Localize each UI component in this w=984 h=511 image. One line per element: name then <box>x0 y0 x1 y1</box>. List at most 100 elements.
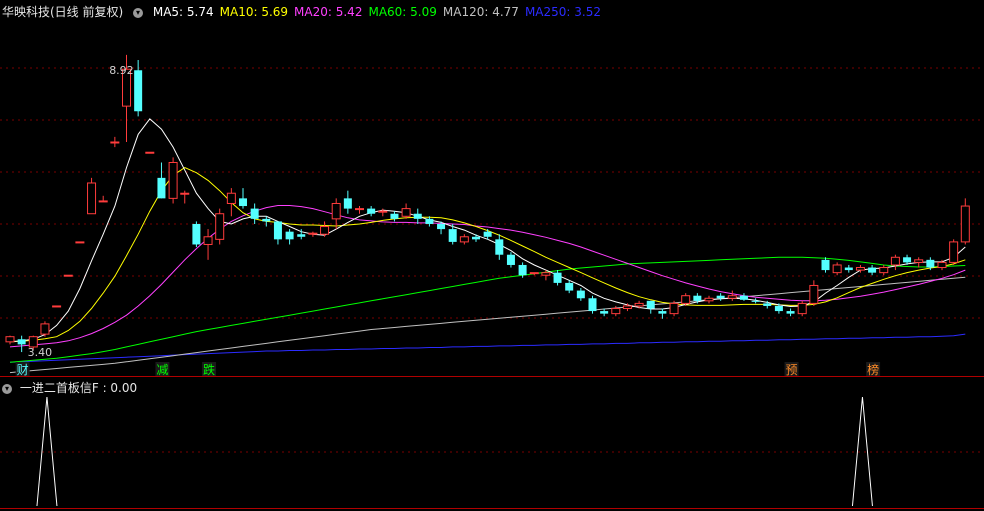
candle-body <box>331 202 341 220</box>
candle-body <box>506 254 515 265</box>
price-annotation: 3.40 <box>28 346 53 359</box>
candle-body <box>868 267 877 273</box>
chart-header: 华映科技(日线 前复权) ▾ MA5: 5.74 MA10: 5.69 MA20: … <box>2 3 613 20</box>
ma-legend-item: MA120: 4.77 <box>442 5 519 19</box>
ma10-line <box>9 167 966 343</box>
candle-body <box>763 303 772 306</box>
candle-body <box>879 267 889 274</box>
candle-body <box>669 302 679 315</box>
candle-body <box>483 231 492 237</box>
candle-body <box>658 311 667 314</box>
candle-body <box>239 198 247 207</box>
candle-body <box>459 236 469 243</box>
ma120-line <box>9 276 966 374</box>
candle-body <box>821 259 830 271</box>
candle-body <box>308 232 318 235</box>
candle-body <box>75 241 85 244</box>
indicator-value: : 0.00 <box>102 381 138 395</box>
candle-body <box>87 182 97 215</box>
candle-body <box>40 323 50 335</box>
candle-body <box>949 241 959 263</box>
candle-body <box>343 198 352 209</box>
candle-body <box>17 339 26 345</box>
candle-body <box>401 208 411 217</box>
signal-label: 榜 <box>867 362 879 377</box>
indicator-spike <box>851 396 873 507</box>
candle-body <box>622 305 632 310</box>
candle-body <box>355 208 364 211</box>
signal-label: 跌 <box>203 362 215 377</box>
ma-legend: MA5: 5.74 MA10: 5.69 MA20: 5.42 MA60: 5.09 M… <box>153 5 607 19</box>
chart-canvas[interactable]: 8.923.40财减跌预榜涨 <box>0 0 984 511</box>
candle-body <box>250 208 259 219</box>
candle-body <box>693 295 702 301</box>
candle-body <box>63 274 73 277</box>
candle-body <box>960 205 970 243</box>
candle-body <box>297 234 306 237</box>
dropdown-icon[interactable]: ▾ <box>133 7 144 18</box>
candle-body <box>681 295 691 304</box>
candle-body <box>98 200 108 203</box>
candle-body <box>797 302 807 315</box>
candle-body <box>145 151 155 154</box>
candle-body <box>576 290 585 299</box>
ma-legend-item: MA20: 5.42 <box>294 5 363 19</box>
candle-body <box>215 213 225 240</box>
candle-body <box>739 295 748 300</box>
signal-label: 财 <box>17 363 29 377</box>
candle-body <box>320 226 330 235</box>
candle-body <box>855 267 865 271</box>
candle-body <box>774 305 783 312</box>
ma-legend-item: MA60: 5.09 <box>368 5 437 19</box>
candle-body <box>273 221 282 240</box>
candle-body <box>751 300 760 302</box>
indicator-label: 一进二首板信F <box>19 381 99 395</box>
candle-body <box>600 311 609 314</box>
candle-body <box>472 236 480 240</box>
candle-body <box>495 239 504 255</box>
candle-body <box>588 298 597 312</box>
candle-body <box>716 295 725 299</box>
candle-body <box>541 272 551 276</box>
candle-body <box>110 141 120 144</box>
candle-body <box>565 282 574 291</box>
candle-body <box>437 223 446 230</box>
indicator-header: ▾ 一进二首板信F : 0.00 <box>2 379 137 396</box>
ma-legend-item: MA250: 3.52 <box>524 5 601 19</box>
candle-body <box>413 213 422 219</box>
candle-body <box>646 300 655 309</box>
candle-body <box>727 295 737 299</box>
candle-body <box>52 305 62 308</box>
candle-body <box>425 218 434 224</box>
candle-body <box>937 261 947 269</box>
price-annotation: 8.92 <box>109 64 134 77</box>
candle-body <box>448 229 457 242</box>
candle-body <box>180 192 190 195</box>
candle-body <box>634 302 644 307</box>
candle-body <box>518 264 527 276</box>
candle-body <box>890 256 900 266</box>
indicator-spike <box>36 396 58 507</box>
candle-body <box>192 223 201 245</box>
candle-body <box>203 236 213 245</box>
candle-body <box>157 177 166 199</box>
candle-body <box>914 259 924 263</box>
candle-body <box>378 210 388 213</box>
candle-body <box>529 272 539 275</box>
candle-body <box>832 264 842 274</box>
candle-body <box>926 259 935 268</box>
candle-body <box>5 336 15 343</box>
candle-body <box>262 218 271 222</box>
stock-title: 华映科技(日线 前复权) <box>2 5 124 19</box>
dropdown-icon[interactable]: ▾ <box>2 383 12 394</box>
ma-legend-item: MA10: 5.69 <box>219 5 289 19</box>
signal-label: 减 <box>156 363 168 377</box>
candle-body <box>809 284 819 304</box>
candle-body <box>903 257 912 263</box>
candle-body <box>285 231 294 240</box>
signal-label: 预 <box>786 363 798 377</box>
candle-body <box>611 308 621 315</box>
candle-body <box>226 192 236 204</box>
candle-body <box>134 70 143 112</box>
candle-body <box>844 267 853 271</box>
